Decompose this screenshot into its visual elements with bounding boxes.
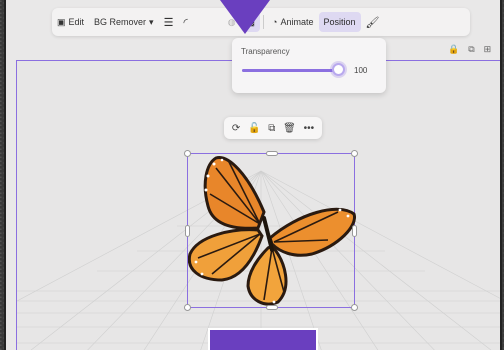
transparency-slider-thumb[interactable] [331, 63, 345, 76]
transparency-slider-track[interactable] [242, 69, 338, 72]
transparency-popover: Transparency 100 [232, 38, 386, 93]
resize-handle-left[interactable] [185, 225, 190, 237]
selected-image-frame[interactable] [184, 150, 358, 311]
more-icon[interactable]: ••• [304, 123, 315, 134]
page-actions: 🔒 ⧉ ⊞ [448, 44, 491, 55]
paint-format-icon: 🖌 [365, 16, 380, 29]
chevron-down-icon: ▾ [149, 16, 154, 27]
resize-handle-bottom-right[interactable] [351, 304, 358, 311]
position-button[interactable]: Position [318, 12, 361, 32]
tutorial-pointer-arrow [220, 0, 270, 34]
copy-icon[interactable]: ⧉ [268, 123, 275, 134]
lock-icon[interactable]: 🔓 [248, 123, 260, 134]
duplicate-page-icon[interactable]: ⧉ [468, 44, 474, 55]
add-page-icon[interactable]: ⊞ [484, 44, 492, 55]
corner-rounding-icon: ◜ [183, 16, 188, 29]
trash-icon[interactable]: 🗑 [283, 123, 296, 134]
selection-toolbar: ⟳ 🔓 ⧉ 🗑 ••• [224, 117, 322, 139]
resize-handle-top-left[interactable] [184, 150, 191, 157]
animate-button[interactable]: ◔ Animate [267, 12, 318, 32]
resize-handle-bottom[interactable] [266, 305, 278, 310]
transparency-label: Transparency [241, 47, 290, 56]
border-style-button[interactable]: ☰ [159, 12, 179, 32]
resize-handle-top[interactable] [266, 151, 278, 156]
butterfly-image[interactable] [188, 154, 356, 309]
bg-remover-button[interactable]: BG Remover ▾ [89, 12, 159, 32]
resize-handle-right[interactable] [352, 225, 357, 237]
edit-button[interactable]: ▣ Edit [52, 12, 89, 32]
lines-icon: ☰ [163, 16, 174, 29]
edit-icon: ▣ [57, 16, 66, 27]
animate-icon: ◔ [272, 17, 278, 27]
resize-handle-top-right[interactable] [351, 150, 358, 157]
editor-screen: ⟳ 🔓 ⧉ 🗑 ••• ▣ Edit BG Remover ▾ ☰ ◜ ◍ ▩ … [4, 0, 502, 350]
resize-handle-bottom-left[interactable] [184, 304, 191, 311]
transparency-slider-fill [242, 69, 338, 72]
rotate-icon[interactable]: ⟳ [232, 123, 240, 134]
corner-rounding-button[interactable]: ◜ [178, 12, 192, 32]
paint-format-button[interactable]: 🖌 [361, 12, 385, 32]
lock-icon[interactable]: 🔒 [448, 44, 459, 55]
transparency-value[interactable]: 100 [354, 66, 367, 75]
tutorial-highlight-frame [208, 328, 318, 350]
